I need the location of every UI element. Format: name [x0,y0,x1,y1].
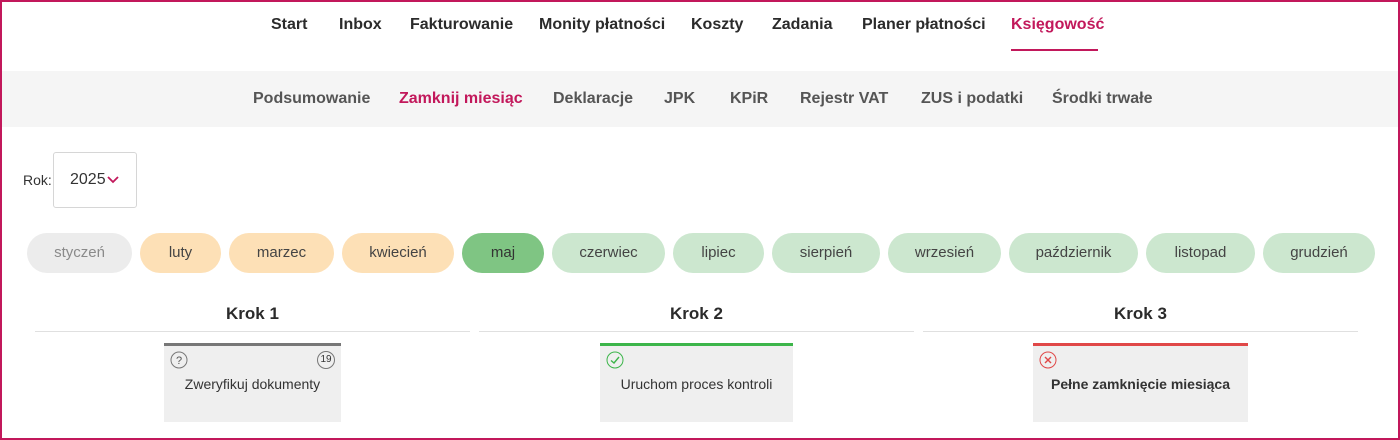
step-3-card[interactable]: Pełne zamknięcie miesiąca [1033,343,1248,422]
subnav-zamknij-miesiac[interactable]: Zamknij miesiąc [399,90,523,108]
month-styczen[interactable]: styczeń [27,233,132,273]
year-value: 2025 [70,171,106,188]
month-czerwiec[interactable]: czerwiec [552,233,665,273]
step-3-title: Krok 3 [1114,304,1167,323]
nav-start[interactable]: Start [271,16,307,34]
month-listopad[interactable]: listopad [1146,233,1255,273]
step-1-status-bar [164,343,341,346]
month-maj[interactable]: maj [462,233,544,273]
step-1-divider [35,331,470,332]
step-3-card-label: Pełne zamknięcie miesiąca [1051,376,1230,392]
subnav-rejestr-vat[interactable]: Rejestr VAT [800,90,888,108]
subnav-jpk[interactable]: JPK [664,90,695,108]
step-1-title: Krok 1 [226,304,279,323]
step-3-status-bar [1033,343,1248,346]
step-2-status-bar [600,343,793,346]
nav-planer-platnosci[interactable]: Planer płatności [862,16,986,34]
active-nav-underline [1011,49,1098,51]
step-2-card-label: Uruchom proces kontroli [620,376,773,392]
main-nav: Start Inbox Fakturowanie Monity płatnośc… [0,0,1400,70]
month-grudzien[interactable]: grudzień [1263,233,1375,273]
month-lipiec[interactable]: lipiec [673,233,764,273]
month-wrzesien[interactable]: wrzesień [888,233,1001,273]
nav-inbox[interactable]: Inbox [339,16,382,34]
question-icon: ? [170,351,188,369]
month-sierpien[interactable]: sierpień [772,233,880,273]
nav-fakturowanie[interactable]: Fakturowanie [410,16,513,34]
x-circle-icon [1039,351,1057,369]
step-1-card[interactable]: ? 19 Zweryfikuj dokumenty [164,343,341,422]
step-2-card[interactable]: Uruchom proces kontroli [600,343,793,422]
step-1-count-badge: 19 [317,351,335,369]
step-3-divider [923,331,1358,332]
nav-monity-platnosci[interactable]: Monity płatności [539,16,665,34]
month-kwiecien[interactable]: kwiecień [342,233,454,273]
nav-ksiegowosc[interactable]: Księgowość [1011,16,1104,34]
month-marzec[interactable]: marzec [229,233,334,273]
step-2-divider [479,331,914,332]
year-label: Rok: [23,172,52,188]
svg-text:?: ? [176,355,182,367]
chevron-down-icon [107,176,119,184]
month-pazdziernik[interactable]: październik [1009,233,1138,273]
nav-koszty[interactable]: Koszty [691,16,743,34]
step-2-title: Krok 2 [670,304,723,323]
subnav-deklaracje[interactable]: Deklaracje [553,90,633,108]
year-select[interactable]: 2025 [53,152,137,208]
subnav-srodki-trwale[interactable]: Środki trwałe [1052,90,1152,108]
sub-nav: Podsumowanie Zamknij miesiąc Deklaracje … [2,71,1398,127]
month-luty[interactable]: luty [140,233,221,273]
check-circle-icon [606,351,624,369]
subnav-zus-i-podatki[interactable]: ZUS i podatki [921,90,1023,108]
subnav-podsumowanie[interactable]: Podsumowanie [253,90,370,108]
step-1-card-label: Zweryfikuj dokumenty [184,376,321,392]
subnav-kpir[interactable]: KPiR [730,90,768,108]
nav-zadania[interactable]: Zadania [772,16,832,34]
